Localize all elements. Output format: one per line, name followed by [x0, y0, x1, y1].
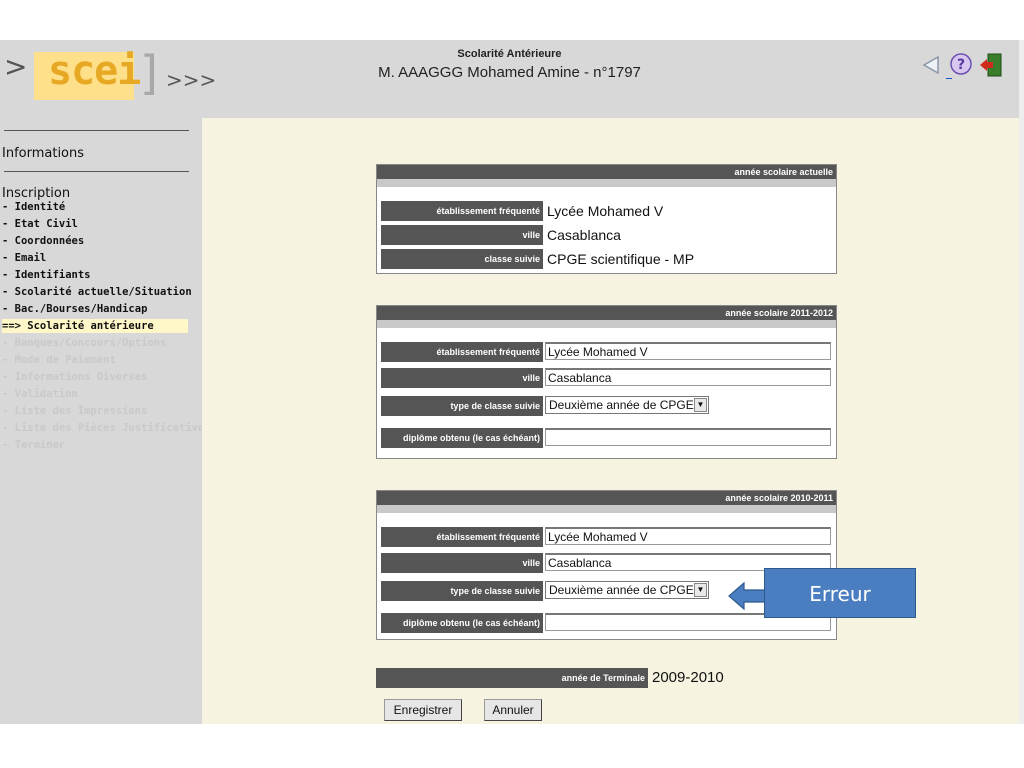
row-etablissement: établissement fréquenté Lycée Mohamed V — [381, 201, 836, 221]
sidebar-item[interactable]: - Coordonnées — [2, 234, 84, 248]
label-classe: classe suivie — [381, 249, 543, 269]
label-etablissement: établissement fréquenté — [381, 342, 543, 362]
label-ville: ville — [381, 368, 543, 388]
label-etablissement: établissement fréquenté — [381, 201, 543, 221]
label-ville: ville — [381, 225, 543, 245]
sidebar-item[interactable]: - Bac./Bourses/Handicap — [2, 302, 147, 316]
row-ville: ville Casablanca — [381, 368, 836, 388]
etablissement-input[interactable]: Lycée Mohamed V — [545, 342, 831, 360]
sidebar-item: - Banques/Concours/Options — [2, 337, 167, 349]
page-subtitle: Scolarité Antérieure — [457, 48, 562, 60]
scrollbar-edge[interactable] — [1019, 40, 1024, 724]
sidebar-item: - Mode de Paiement — [2, 354, 116, 366]
exit-icon[interactable] — [978, 52, 1004, 78]
value-classe: CPGE scientifique - MP — [547, 251, 695, 267]
sidebar-item[interactable]: - Identifiants — [2, 268, 91, 282]
sidebar-item: - Informations Diverses — [2, 371, 148, 383]
error-callout: Erreur — [764, 568, 916, 618]
ville-input[interactable]: Casablanca — [545, 368, 831, 386]
cancel-button[interactable]: Annuler — [484, 699, 542, 721]
row-diplome: diplôme obtenu (le cas échéant) — [381, 428, 836, 448]
sidebar-item[interactable]: - Email — [2, 251, 46, 265]
row-ville: ville Casablanca — [381, 225, 836, 245]
sidebar: Informations Inscription - Identité - Eta… — [0, 118, 211, 724]
sidebar-item[interactable]: ==> Scolarité antérieure — [2, 319, 188, 333]
row-classe: classe suivie CPGE scientifique - MP — [381, 249, 836, 269]
diplome-input[interactable] — [545, 428, 831, 446]
value-etablissement: Lycée Mohamed V — [547, 203, 664, 219]
back-icon[interactable] — [920, 54, 942, 76]
panel-title: année scolaire actuelle — [377, 165, 836, 179]
sidebar-rule — [4, 130, 189, 131]
type-classe-select[interactable]: Deuxième année de CPGE ▼ — [545, 396, 709, 414]
label-diplome: diplôme obtenu (le cas échéant) — [381, 613, 543, 633]
help-icon[interactable]: ? — [948, 52, 974, 78]
type-classe-select[interactable]: Deuxième année de CPGE ▼ — [545, 581, 709, 599]
sidebar-rule — [4, 171, 189, 172]
row-etablissement: établissement fréquenté Lycée Mohamed V — [381, 342, 836, 362]
sidebar-item: - Liste des Pièces Justificatives — [2, 422, 211, 434]
label-etablissement: établissement fréquenté — [381, 527, 543, 547]
panel-separator — [377, 179, 836, 187]
value-ville: Casablanca — [547, 227, 621, 243]
sidebar-informations[interactable]: Informations — [2, 146, 84, 161]
header-bar: > [ scei ] >>> Scolarité Antérieure M. A… — [0, 40, 1019, 118]
panel-title: année scolaire 2010-2011 — [377, 491, 836, 505]
panel-year-2011-2012: année scolaire 2011-2012 établissement f… — [376, 305, 837, 459]
panel-separator — [377, 320, 836, 328]
type-classe-selected: Deuxième année de CPGE — [549, 583, 694, 597]
save-button[interactable]: Enregistrer — [384, 699, 462, 721]
value-terminale: 2009-2010 — [652, 669, 724, 686]
chevron-down-icon[interactable]: ▼ — [694, 583, 707, 597]
panel-current-year: année scolaire actuelle établissement fr… — [376, 164, 837, 274]
sidebar-item[interactable]: - Identité — [2, 200, 65, 214]
panel-title: année scolaire 2011-2012 — [377, 306, 836, 320]
label-ville: ville — [381, 553, 543, 573]
label-type-classe: type de classe suivie — [381, 581, 543, 601]
callout-arrow-icon — [728, 581, 769, 611]
sidebar-inscription: Inscription — [2, 186, 71, 201]
sidebar-item: - Terminer — [2, 439, 66, 451]
sidebar-item[interactable]: - Etat Civil — [2, 217, 78, 231]
etablissement-input[interactable]: Lycée Mohamed V — [545, 527, 831, 545]
panel-separator — [377, 505, 836, 513]
row-type-classe: type de classe suivie Deuxième année de … — [381, 396, 836, 416]
link-underline — [946, 78, 952, 79]
label-type-classe: type de classe suivie — [381, 396, 543, 416]
type-classe-selected: Deuxième année de CPGE — [549, 398, 694, 412]
svg-text:?: ? — [957, 57, 965, 73]
chevron-down-icon[interactable]: ▼ — [694, 398, 707, 412]
label-diplome: diplôme obtenu (le cas échéant) — [381, 428, 543, 448]
label-terminale: année de Terminale — [376, 668, 648, 688]
sidebar-item[interactable]: - Scolarité actuelle/Situation — [2, 285, 192, 299]
candidate-name: M. AAAGGG Mohamed Amine - n°1797 — [378, 64, 641, 81]
row-etablissement: établissement fréquenté Lycée Mohamed V — [381, 527, 836, 547]
sidebar-item: - Validation — [2, 388, 78, 400]
sidebar-item: - Liste des Impressions — [2, 405, 148, 417]
